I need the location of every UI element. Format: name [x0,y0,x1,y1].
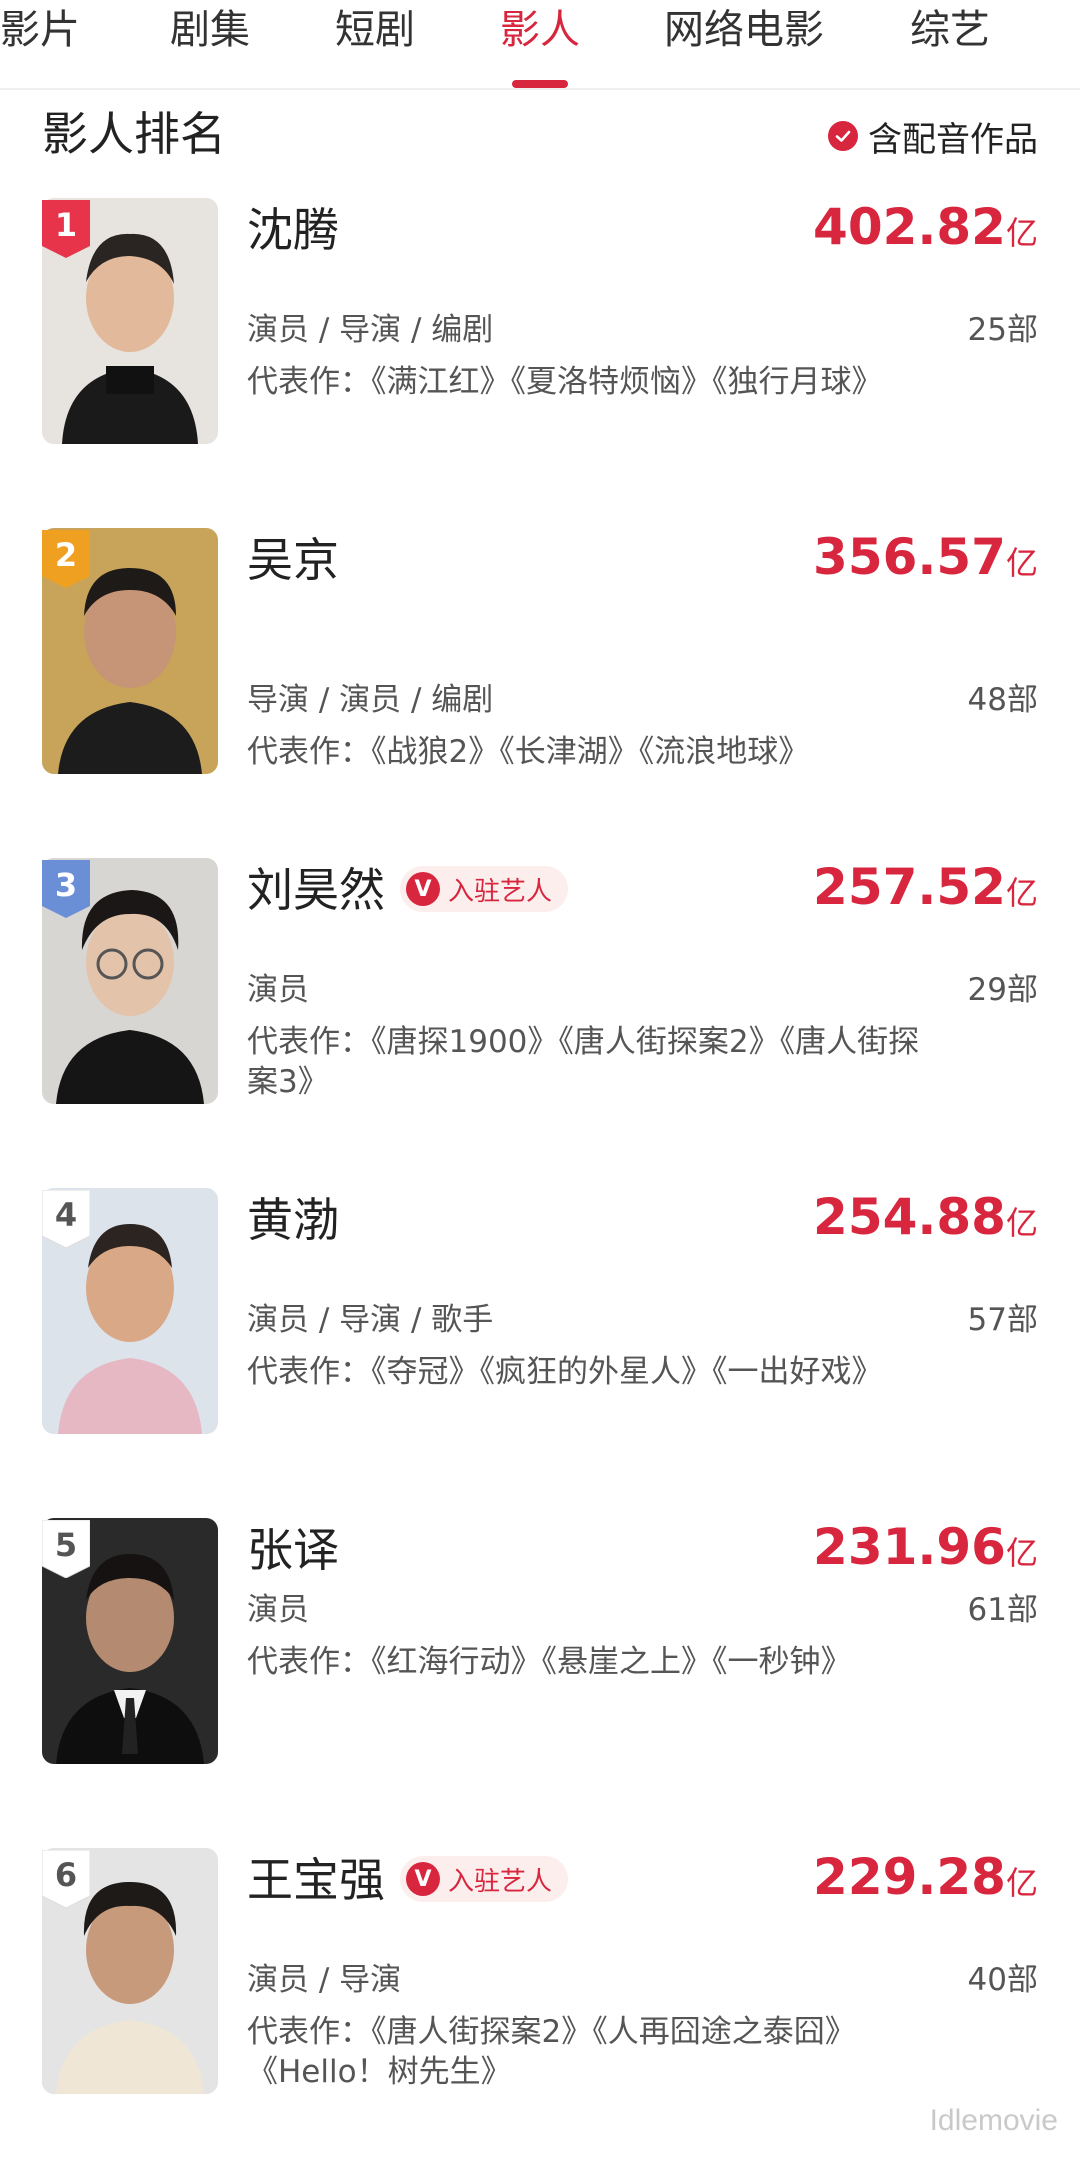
tab-people[interactable]: 影人 [500,0,580,60]
actor-roles: 导演 / 演员 / 编剧 [247,682,494,718]
actor-name[interactable]: 吴京 [247,530,339,590]
rank-badge: 5 [42,1520,90,1578]
representative-works: 代表作：《战狼2》《长津湖》《流浪地球》 [247,734,810,770]
actor-roles: 演员 / 导演 [247,1962,402,1998]
actor-name[interactable]: 张译 [247,1520,339,1580]
verified-artist-badge: V 入驻艺人 [400,1856,569,1902]
representative-works: 代表作：《唐探1900》《唐人街探案2》《唐人街探案3》 [247,1024,920,1100]
box-office-total: 229.28亿 [813,1848,1038,1906]
works-count: 57部 [967,1302,1038,1338]
dubbing-filter-toggle[interactable]: 含配音作品 [828,112,1038,160]
representative-works: 代表作：《唐人街探案2》《人再囧途之泰囧》《Hello！树先生》 [247,2014,856,2090]
watermark: Idlemovie [929,2104,1058,2137]
tab-series[interactable]: 剧集 [170,0,250,60]
category-tab-bar: 影片 剧集 短剧 影人 网络电影 综艺 [0,0,1080,90]
actor-roles: 演员 / 导演 / 歌手 [247,1302,494,1338]
works-count: 40部 [967,1962,1038,1998]
rank-badge: 3 [42,860,90,918]
dubbing-filter-label: 含配音作品 [868,119,1038,160]
works-count: 29部 [967,972,1038,1008]
ranking-item[interactable]: 6 王宝强 V 入驻艺人 229.28亿 演员 / 导演 40部 代表作：《唐人… [0,1848,1080,2178]
actor-name[interactable]: 黄渤 [247,1190,339,1250]
actor-name[interactable]: 刘昊然 [247,860,385,920]
box-office-total: 257.52亿 [813,858,1038,916]
box-office-total: 402.82亿 [813,198,1038,256]
actor-name[interactable]: 王宝强 [247,1850,385,1910]
active-tab-indicator [512,80,568,88]
verified-artist-badge: V 入驻艺人 [400,866,569,912]
representative-works: 代表作：《红海行动》《悬崖之上》《一秒钟》 [247,1644,852,1680]
rank-badge: 1 [42,200,90,258]
ranking-item[interactable]: 3 刘昊然 V 入驻艺人 257.52亿 演员 29部 代表作：《唐探1900》… [0,858,1080,1188]
rank-badge: 6 [42,1850,90,1908]
verified-v-icon: V [406,872,440,906]
actor-name[interactable]: 沈腾 [247,200,339,260]
tab-short-drama[interactable]: 短剧 [335,0,415,60]
representative-works: 代表作：《满江红》《夏洛特烦恼》《独行月球》 [247,364,883,400]
rank-badge: 4 [42,1190,90,1248]
actor-roles: 演员 [247,1592,309,1628]
representative-works: 代表作：《夺冠》《疯狂的外星人》《一出好戏》 [247,1354,883,1390]
ranking-item[interactable]: 2 吴京 356.57亿 导演 / 演员 / 编剧 48部 代表作：《战狼2》《… [0,528,1080,858]
works-count: 25部 [967,312,1038,348]
section-title: 影人排名 [42,107,226,161]
works-count: 48部 [967,682,1038,718]
ranking-item[interactable]: 4 黄渤 254.88亿 演员 / 导演 / 歌手 57部 代表作：《夺冠》《疯… [0,1188,1080,1518]
box-office-total: 356.57亿 [813,528,1038,586]
works-count: 61部 [967,1592,1038,1628]
check-circle-icon [828,121,858,151]
ranking-item[interactable]: 5 张译 231.96亿 演员 61部 代表作：《红海行动》《悬崖之上》《一秒钟… [0,1518,1080,1848]
tab-variety[interactable]: 综艺 [910,0,990,60]
actor-roles: 演员 [247,972,309,1008]
tab-web-movies[interactable]: 网络电影 [664,0,824,60]
box-office-total: 254.88亿 [813,1188,1038,1246]
box-office-total: 231.96亿 [813,1518,1038,1576]
tab-films[interactable]: 影片 [0,0,80,60]
rank-badge: 2 [42,530,90,588]
ranking-item[interactable]: 1 沈腾 402.82亿 演员 / 导演 / 编剧 25部 代表作：《满江红》《… [0,198,1080,528]
actor-roles: 演员 / 导演 / 编剧 [247,312,494,348]
verified-v-icon: V [406,1862,440,1896]
